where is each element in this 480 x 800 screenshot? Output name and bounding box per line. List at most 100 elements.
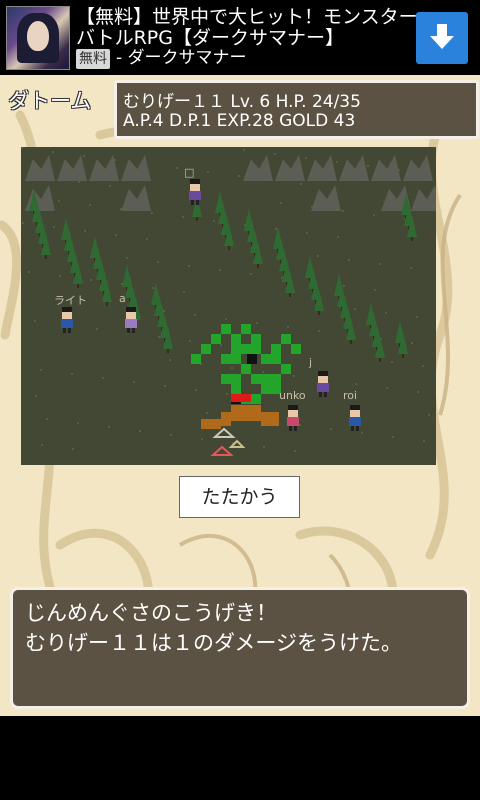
- grass-tuft: [226, 393, 228, 395]
- grass-tuft: [280, 202, 282, 204]
- grass-tuft: [109, 185, 111, 187]
- player-label-6: roi: [343, 389, 358, 402]
- path-marker: [228, 439, 246, 448]
- tree-trunk: [411, 237, 413, 241]
- path-marker: [210, 445, 234, 456]
- grass-tuft: [392, 436, 394, 438]
- grass-tuft: [330, 428, 332, 430]
- ad-title-line1[interactable]: 【無料】世界中で大ヒット！モンスター: [76, 6, 418, 28]
- grass-tuft: [281, 277, 283, 279]
- rock-icon: [403, 155, 433, 181]
- grass-tuft: [115, 234, 117, 236]
- status-line1: むりげー１１ Lv. 6 H.P. 24/35: [123, 92, 361, 112]
- grass-tuft: [90, 279, 92, 281]
- player-sprite-body: [61, 319, 73, 328]
- ad-title-line2[interactable]: バトルRPG【ダークサマナー】: [76, 27, 344, 49]
- grass-tuft: [77, 422, 79, 424]
- message-line1: じんめんぐさのこうげき！: [25, 601, 277, 625]
- rock-icon: [25, 185, 55, 211]
- grass-tuft: [367, 165, 369, 167]
- monster-root: [261, 412, 279, 426]
- monster-leaf: [221, 324, 231, 334]
- message-window: じんめんぐさのこうげき！ むりげー１１は１のダメージをうけた。: [10, 587, 470, 709]
- monster-eye: [247, 354, 257, 364]
- player-sprite-leg: [356, 426, 359, 431]
- grass-tuft: [355, 383, 357, 385]
- grass-tuft: [348, 259, 350, 261]
- grass-tuft: [293, 375, 295, 377]
- grass-tuft: [71, 373, 73, 375]
- player-sprite-leg: [324, 392, 327, 397]
- grass-tuft: [195, 389, 197, 391]
- tree-trunk: [350, 340, 352, 344]
- player-label-1: □: [184, 166, 195, 179]
- tree-trunk: [77, 284, 79, 288]
- monster-leaf: [261, 354, 281, 364]
- grass-tuft: [133, 381, 135, 383]
- monster-leaf: [201, 344, 211, 354]
- grass-tuft: [189, 340, 191, 342]
- rock-icon: [371, 155, 401, 181]
- attack-button[interactable]: たたかう: [179, 476, 300, 518]
- grass-tuft: [354, 308, 356, 310]
- monster-leaf: [221, 354, 241, 364]
- grass-tuft: [391, 361, 393, 363]
- grass-tuft: [306, 232, 308, 234]
- player-sprite-leg: [289, 426, 292, 431]
- rock-icon: [307, 155, 337, 181]
- grass-tuft: [139, 430, 141, 432]
- path-marker: [212, 427, 236, 438]
- player-sprite-leg: [294, 426, 297, 431]
- grass-tuft: [220, 344, 222, 346]
- player-sprite-leg: [191, 200, 194, 205]
- player-sprite-body: [349, 417, 361, 426]
- grass-tuft: [78, 181, 80, 183]
- battle-screen: ダトーム むりげー１１ Lv. 6 H.P. 24/35 A.P.4 D.P.1…: [0, 75, 480, 716]
- grass-tuft: [176, 167, 178, 169]
- monster-leaf: [281, 334, 291, 344]
- ad-download-button[interactable]: [416, 12, 468, 64]
- grass-tuft: [126, 257, 128, 259]
- grass-tuft: [231, 367, 233, 369]
- player-sprite-body: [189, 191, 201, 200]
- grass-tuft: [188, 265, 190, 267]
- player-sprite-leg: [319, 392, 322, 397]
- player-sprite-face: [318, 376, 328, 383]
- ad-free-badge: 無料: [76, 49, 110, 69]
- grass-tuft: [102, 377, 104, 379]
- grass-tuft: [58, 200, 60, 202]
- rock-icon: [275, 155, 305, 181]
- grass-tuft: [343, 285, 345, 287]
- ad-thumbnail[interactable]: [6, 6, 70, 70]
- status-line2: A.P.4 D.P.1 EXP.28 GOLD 43: [123, 111, 356, 131]
- tree-trunk: [257, 264, 259, 268]
- grass-tuft: [41, 444, 43, 446]
- grass-tuft: [410, 267, 412, 269]
- rock-icon: [121, 185, 151, 211]
- grass-tuft: [361, 432, 363, 434]
- grass-tuft: [337, 236, 339, 238]
- monster-leaf: [231, 384, 241, 394]
- grass-tuft: [170, 434, 172, 436]
- monster-leaf: [281, 364, 291, 374]
- grass-tuft: [194, 314, 196, 316]
- player-sprite-leg: [196, 200, 199, 205]
- monster-mouth: [231, 394, 251, 402]
- tree-trunk: [289, 293, 291, 297]
- grass-tuft: [151, 212, 153, 214]
- grass-tuft: [256, 322, 258, 324]
- grass-tuft: [262, 371, 264, 373]
- ad-banner[interactable]: 【無料】世界中で大ヒット！モンスター バトルRPG【ダークサマナー】 無料 - ダ…: [0, 0, 480, 75]
- player-sprite-leg: [63, 328, 66, 333]
- monster-root: [201, 419, 221, 429]
- grass-tuft: [89, 204, 91, 206]
- grass-tuft: [275, 228, 277, 230]
- grass-tuft: [83, 155, 85, 157]
- tree-trunk: [379, 358, 381, 362]
- monster-leaf: [291, 344, 301, 354]
- player-sprite-face: [62, 312, 72, 319]
- grass-tuft: [336, 161, 338, 163]
- player-label-5: unko: [279, 389, 306, 402]
- message-line2: むりげー１１は１のダメージをうけた。: [25, 631, 402, 655]
- grass-tuft: [423, 440, 425, 442]
